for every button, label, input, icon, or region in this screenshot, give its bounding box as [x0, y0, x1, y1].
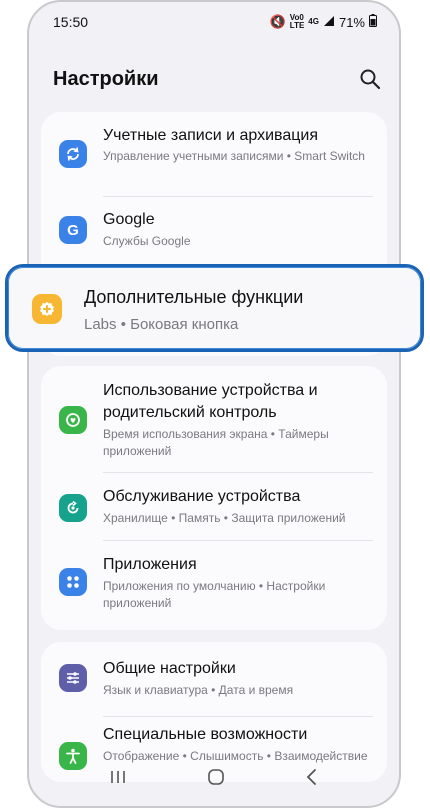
sync-icon — [59, 140, 87, 168]
item-title: Дополнительные функции — [84, 287, 304, 307]
status-time: 15:50 — [53, 14, 89, 30]
signal-icon — [323, 15, 335, 30]
search-icon[interactable] — [359, 68, 381, 90]
item-subtitle: Приложения по умолчанию • Настройки прил… — [103, 579, 326, 610]
settings-item-advanced-features[interactable]: Дополнительные функции Labs • Боковая кн… — [5, 264, 424, 352]
item-subtitle: Labs • Боковая кнопка — [84, 316, 239, 333]
item-title: Специальные возможности — [103, 726, 308, 743]
item-title: Обслуживание устройства — [103, 488, 301, 505]
settings-card-device: Использование устройства и родительский … — [41, 366, 387, 630]
plus-gear-icon — [32, 294, 62, 324]
settings-item-google[interactable]: G Google Службы Google — [41, 200, 387, 270]
page-title: Настройки — [53, 68, 159, 90]
divider — [103, 196, 373, 197]
settings-item-apps[interactable]: Приложения Приложения по умолчанию • Нас… — [41, 544, 387, 630]
status-bar: 15:50 🔇 Vo0 LTE 4G 71% — [29, 2, 399, 42]
item-title: Учетные записи и архивация — [103, 127, 319, 144]
wellbeing-icon — [59, 406, 87, 434]
lte-label: LTE — [289, 21, 305, 30]
network-label: 4G — [308, 17, 319, 26]
settings-item-general[interactable]: Общие настройки Язык и клавиатура • Дата… — [41, 642, 387, 706]
battery-percent: 71% — [338, 14, 365, 30]
item-title: Общие настройки — [103, 660, 236, 677]
settings-item-device-care[interactable]: Обслуживание устройства Хранилище • Памя… — [41, 476, 387, 536]
mute-icon: 🔇 — [269, 14, 286, 29]
item-subtitle: Язык и клавиатура • Дата и время — [103, 683, 294, 697]
home-icon[interactable] — [207, 768, 225, 791]
phone-frame: 15:50 🔇 Vo0 LTE 4G 71% Настройки Учетные … — [27, 0, 401, 808]
item-title: Google — [103, 211, 155, 228]
settings-item-wellbeing[interactable]: Использование устройства и родительский … — [41, 366, 387, 466]
item-title: Использование устройства и родительский … — [103, 382, 318, 421]
divider — [103, 716, 373, 717]
item-subtitle: Службы Google — [103, 234, 191, 248]
settings-item-accounts[interactable]: Учетные записи и архивация Управление уч… — [41, 112, 387, 200]
back-icon[interactable] — [305, 768, 319, 791]
divider — [103, 540, 373, 541]
item-title: Приложения — [103, 556, 197, 573]
battery-icon — [369, 14, 377, 30]
apps-icon — [59, 568, 87, 596]
item-subtitle: Время использования экрана • Таймеры при… — [103, 427, 329, 458]
sliders-icon — [59, 664, 87, 692]
item-subtitle: Управление учетными записями • Smart Swi… — [103, 149, 365, 163]
google-icon: G — [59, 216, 87, 244]
item-subtitle: Хранилище • Память • Защита приложений — [103, 511, 346, 525]
navigation-bar — [29, 754, 399, 804]
recent-apps-icon[interactable] — [109, 769, 127, 790]
device-care-icon — [59, 494, 87, 522]
divider — [103, 472, 373, 473]
